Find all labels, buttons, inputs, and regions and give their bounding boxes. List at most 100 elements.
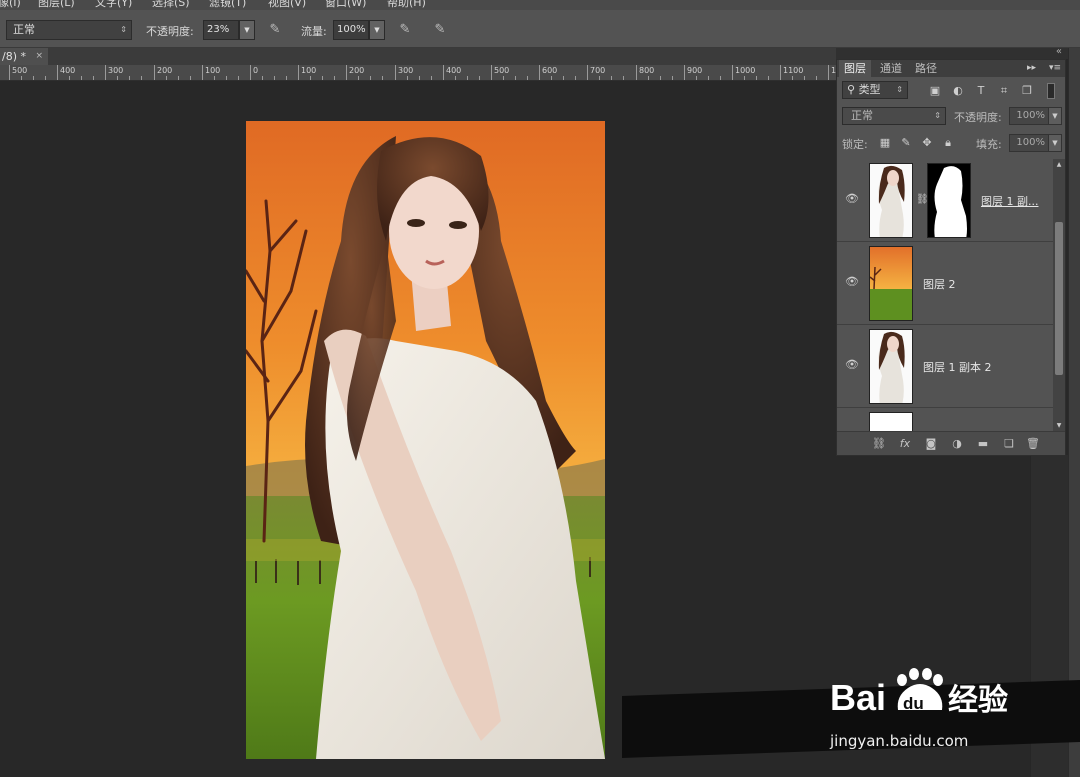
link-layers-icon[interactable]: ⛓︎ (871, 436, 887, 452)
airbrush-pressure-icon[interactable]: ✎ (265, 20, 285, 40)
new-layer-icon[interactable]: ❏ (1001, 436, 1017, 452)
layer-name[interactable]: 图层 1 副... (981, 193, 1038, 209)
layers-panel: 图层 通道 路径 ▸▸ ▾≡ ⚲ 类型 ⇕ ▣ ◐ T ⌗ ❐ 正常 ⇕ 不透明… (836, 59, 1066, 456)
layer-row[interactable]: 👁︎ 图层 2 (837, 242, 1053, 325)
ruler-label: 0 (253, 66, 259, 75)
lock-image-pixels-icon[interactable]: ✎ (898, 135, 914, 151)
flow-dropdown-button[interactable]: ▼ (369, 20, 385, 40)
new-group-icon[interactable]: ▬ (975, 436, 991, 452)
panel-menu-icon[interactable]: ▾≡ (1049, 60, 1061, 77)
ruler-minor-tick (599, 76, 600, 80)
ruler-minor-tick (455, 76, 456, 80)
ruler-minor-tick (744, 76, 745, 80)
menu-item[interactable]: 窗口(W) (325, 0, 366, 10)
ruler-minor-tick (672, 76, 673, 80)
search-icon: ⚲ (847, 83, 859, 96)
filter-kind-select[interactable]: ⚲ 类型 ⇕ (842, 81, 908, 99)
scroll-down-icon[interactable]: ▼ (1053, 422, 1065, 429)
ruler-label: 300 (398, 66, 414, 75)
tablet-pressure-icon[interactable]: ✎ (430, 20, 450, 40)
adjustment-layer-icon[interactable]: ◑ (949, 436, 965, 452)
ruler-label: 900 (687, 66, 703, 75)
filter-smart-object-icon[interactable]: ❐ (1019, 83, 1035, 99)
ruler-major-tick (202, 65, 203, 80)
right-tool-dock (1068, 48, 1080, 777)
layer-list: 👁︎ ⛓︎ 图层 1 副... 👁︎ 图层 2 👁︎ 图层 1 副本 2 (837, 159, 1053, 431)
layer-row[interactable]: 👁︎ ⛓︎ 图层 1 副... (837, 159, 1053, 242)
layer-name[interactable]: 图层 1 副本 2 (923, 359, 992, 375)
filter-adjustment-icon[interactable]: ◐ (950, 83, 966, 99)
ruler-minor-tick (648, 76, 649, 80)
menu-item[interactable]: 滤镜(T) (209, 0, 246, 10)
ruler-minor-tick (575, 76, 576, 80)
filter-pixel-icon[interactable]: ▣ (927, 83, 943, 99)
canvas-photo[interactable] (246, 121, 605, 759)
flow-input[interactable]: 100% (333, 20, 369, 40)
ruler-minor-tick (117, 76, 118, 80)
airbrush-icon[interactable]: ✎ (395, 20, 415, 40)
lock-transparent-pixels-icon[interactable]: ▦ (877, 135, 893, 151)
add-mask-icon[interactable]: ◙ (923, 436, 939, 452)
ruler-minor-tick (141, 76, 142, 80)
layer-list-scrollbar[interactable]: ▲ ▼ (1053, 159, 1065, 431)
horizontal-ruler: 500 400 300 200 100 0 100 200 300 400 500 600 700 800… (0, 65, 836, 81)
menu-item[interactable]: 文字(Y) (95, 0, 132, 10)
menu-item[interactable]: 选择(S) (152, 0, 190, 10)
menu-item[interactable]: 视图(V) (268, 0, 306, 10)
fx-icon[interactable]: fx (897, 436, 913, 452)
ruler-major-tick (443, 65, 444, 80)
fill-input[interactable]: 100% (1009, 134, 1049, 152)
collapse-panels-icon[interactable]: « (1056, 46, 1062, 57)
layer-filter-row: ⚲ 类型 ⇕ ▣ ◐ T ⌗ ❐ (837, 79, 1065, 103)
blend-mode-select[interactable]: 正常 ⇕ (6, 20, 132, 40)
ruler-minor-tick (81, 76, 82, 80)
tab-layers[interactable]: 图层 (839, 60, 871, 77)
layer-blend-mode-value: 正常 (851, 109, 873, 122)
opacity-dropdown-button[interactable]: ▼ (239, 20, 255, 40)
delete-layer-icon[interactable]: 🗑︎ (1025, 436, 1041, 452)
document-tab[interactable]: /8) * × (0, 48, 48, 65)
menu-item[interactable]: 帮助(H) (387, 0, 426, 10)
ruler-label: 500 (494, 66, 510, 75)
opacity-input[interactable]: 23% (203, 20, 239, 40)
ruler-minor-tick (551, 76, 552, 80)
visibility-eye-icon[interactable]: 👁︎ (845, 193, 859, 205)
tab-paths[interactable]: 路径 (910, 60, 942, 77)
layer-mask-thumbnail[interactable] (927, 163, 971, 238)
ruler-minor-tick (804, 76, 805, 80)
ruler-major-tick (395, 65, 396, 80)
ruler-minor-tick (262, 76, 263, 80)
ruler-minor-tick (33, 76, 34, 80)
layer-row[interactable] (837, 408, 1053, 431)
scroll-up-icon[interactable]: ▲ (1053, 161, 1065, 168)
menu-item[interactable]: 像(I) (0, 0, 21, 10)
visibility-eye-icon[interactable]: 👁︎ (845, 359, 859, 371)
blend-mode-value: 正常 (13, 23, 35, 36)
ruler-minor-tick (274, 76, 275, 80)
layer-thumbnail (869, 329, 913, 404)
layer-opacity-dropdown[interactable]: ▼ (1048, 107, 1062, 125)
ruler-major-tick (298, 65, 299, 80)
layer-blend-mode-select[interactable]: 正常 ⇕ (842, 107, 946, 125)
ruler-minor-tick (611, 76, 612, 80)
scrollbar-thumb[interactable] (1055, 222, 1063, 375)
filter-toggle-icon[interactable] (1047, 83, 1055, 99)
lock-position-icon[interactable]: ✥ (919, 135, 935, 151)
layer-row[interactable]: 👁︎ 图层 1 副本 2 (837, 325, 1053, 408)
ruler-label: 1000 (735, 66, 756, 75)
visibility-eye-icon[interactable]: 👁︎ (845, 276, 859, 288)
updown-arrow-icon: ⇕ (120, 25, 127, 34)
filter-shape-icon[interactable]: ⌗ (996, 83, 1012, 99)
layer-opacity-input[interactable]: 100% (1009, 107, 1049, 125)
tab-channels[interactable]: 通道 (875, 60, 907, 77)
layer-name[interactable]: 图层 2 (923, 276, 956, 292)
ruler-major-tick (732, 65, 733, 80)
lock-all-icon[interactable]: 🔒︎ (940, 135, 956, 151)
fill-dropdown[interactable]: ▼ (1048, 134, 1062, 152)
filter-type-icon[interactable]: T (973, 83, 989, 99)
close-icon[interactable]: × (35, 48, 43, 65)
lock-label: 锁定: (842, 138, 868, 151)
ruler-minor-tick (467, 76, 468, 80)
menu-item[interactable]: 图层(L) (38, 0, 75, 10)
expand-panel-icon[interactable]: ▸▸ (1027, 60, 1036, 77)
